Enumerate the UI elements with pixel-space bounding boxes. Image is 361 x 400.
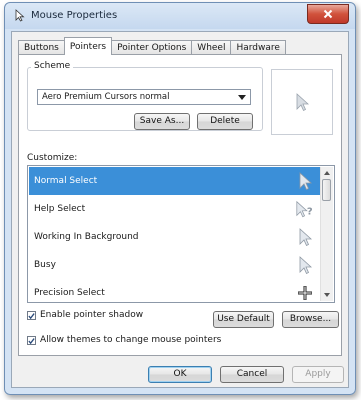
- arrow-cursor-icon: [296, 93, 310, 112]
- apply-button[interactable]: Apply: [292, 366, 344, 383]
- scroll-thumb[interactable]: [322, 179, 331, 201]
- mouse-icon: [13, 9, 26, 22]
- enable-shadow-checkbox[interactable]: [27, 311, 36, 320]
- list-item[interactable]: Working In Background: [29, 223, 321, 251]
- customize-list[interactable]: Normal Select Help Select ? Working In B…: [27, 165, 335, 303]
- tab-wheel[interactable]: Wheel: [191, 40, 232, 55]
- arrow-cursor-icon: [295, 256, 315, 274]
- arrow-cursor-icon: [295, 228, 315, 246]
- tab-pointers[interactable]: Pointers: [63, 37, 113, 55]
- chevron-down-icon: [238, 95, 246, 100]
- list-item[interactable]: Precision Select: [29, 279, 321, 302]
- scheme-dropdown[interactable]: Aero Premium Cursors normal: [37, 89, 251, 105]
- scroll-down-icon[interactable]: [324, 293, 330, 297]
- checkmark-icon: [28, 312, 35, 319]
- list-item-label: Working In Background: [34, 232, 139, 242]
- svg-text:?: ?: [307, 206, 313, 217]
- tab-hardware[interactable]: Hardware: [230, 40, 286, 55]
- list-item-label: Help Select: [34, 204, 86, 214]
- close-icon: [323, 9, 333, 19]
- pointers-panel: Scheme Aero Premium Cursors normal Save …: [18, 54, 342, 356]
- dialog-client-area: Buttons Pointers Pointer Options Wheel H…: [11, 31, 349, 388]
- use-default-button[interactable]: Use Default: [213, 311, 274, 328]
- help-cursor-icon: ?: [295, 200, 315, 218]
- title-bar[interactable]: Mouse Properties: [5, 3, 355, 29]
- allow-themes-checkbox[interactable]: [27, 336, 36, 345]
- scheme-label: Scheme: [31, 61, 74, 71]
- list-item[interactable]: Normal Select: [29, 167, 321, 195]
- enable-shadow-label: Enable pointer shadow: [40, 310, 144, 320]
- customize-label: Customize:: [27, 153, 78, 163]
- delete-button[interactable]: Delete: [197, 113, 253, 130]
- tab-buttons[interactable]: Buttons: [18, 40, 65, 55]
- scroll-up-icon[interactable]: [324, 171, 330, 175]
- list-scrollbar[interactable]: [320, 167, 333, 301]
- cancel-button[interactable]: Cancel: [220, 366, 284, 383]
- tab-pointer-options[interactable]: Pointer Options: [111, 40, 193, 55]
- allow-themes-label: Allow themes to change mouse pointers: [40, 335, 222, 345]
- save-as-button[interactable]: Save As...: [134, 113, 190, 130]
- crosshair-cursor-icon: [295, 284, 315, 302]
- mouse-properties-window: Mouse Properties Buttons Pointers Pointe…: [4, 2, 356, 395]
- arrow-cursor-icon: [295, 172, 315, 190]
- browse-button[interactable]: Browse...: [282, 311, 339, 328]
- scheme-value: Aero Premium Cursors normal: [42, 92, 170, 102]
- list-item-label: Precision Select: [34, 288, 105, 298]
- list-item-label: Busy: [34, 260, 56, 270]
- list-item[interactable]: Help Select ?: [29, 195, 321, 223]
- checkmark-icon: [28, 337, 35, 344]
- close-button[interactable]: [307, 4, 349, 24]
- window-title: Mouse Properties: [31, 10, 118, 21]
- tab-strip: Buttons Pointers Pointer Options Wheel H…: [18, 37, 286, 55]
- list-item[interactable]: Busy: [29, 251, 321, 279]
- list-item-label: Normal Select: [34, 176, 98, 186]
- pointer-preview: [271, 69, 333, 135]
- ok-button[interactable]: OK: [148, 366, 212, 383]
